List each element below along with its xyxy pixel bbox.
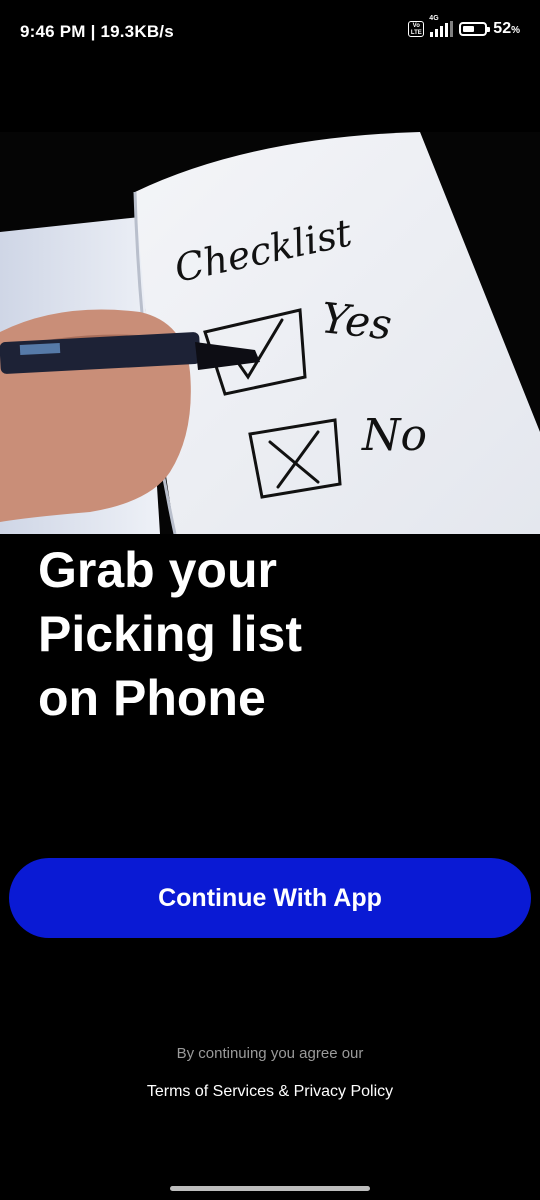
headline-line-3: on Phone <box>38 670 266 726</box>
terms-privacy-link[interactable]: Terms of Services & Privacy Policy <box>0 1083 540 1101</box>
no-label: No <box>361 410 427 461</box>
network-type: 4G <box>429 15 439 22</box>
headline-line-1: Grab your <box>38 542 277 598</box>
battery-percent: 52% <box>493 20 520 37</box>
headline: Grab your Picking list on Phone <box>38 538 458 730</box>
checklist-photo: Checklist Yes No <box>0 132 540 534</box>
volte-icon: Vo LTE <box>408 21 425 37</box>
status-bar: 9:46 PM | 19.3KB/s Vo LTE 4G 52% <box>0 0 540 64</box>
status-icons: Vo LTE 4G 52% <box>408 15 520 38</box>
yes-label: Yes <box>319 293 394 349</box>
hero-image: Checklist Yes No <box>0 132 540 534</box>
battery-icon <box>459 22 491 36</box>
status-time-speed: 9:46 PM | 19.3KB/s <box>20 22 174 41</box>
continue-with-app-button[interactable]: Continue With App <box>9 858 531 938</box>
headline-line-2: Picking list <box>38 606 302 662</box>
home-indicator[interactable] <box>170 1186 370 1191</box>
consent-text: By continuing you agree our <box>176 1045 364 1062</box>
signal-icon: 4G <box>429 15 454 37</box>
